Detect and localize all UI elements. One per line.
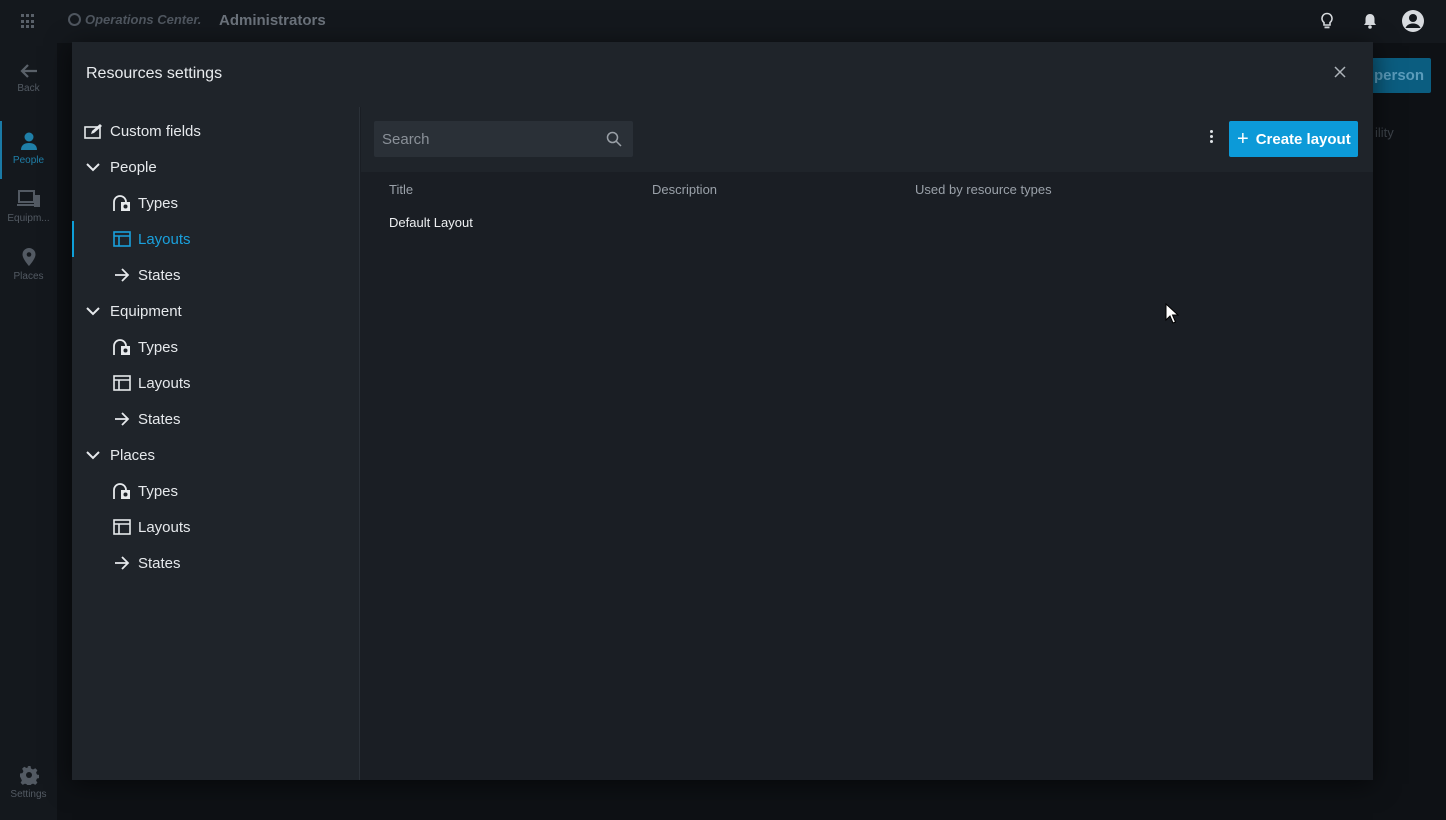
dialog-title: Resources settings [86, 65, 223, 82]
resources-settings-dialog: Resources settings Custom fields People [72, 42, 1373, 780]
tree-item-equipment-types[interactable]: Types [72, 329, 360, 365]
tree-item-places-states[interactable]: States [72, 545, 360, 581]
tree-item-people-states[interactable]: States [72, 257, 360, 293]
left-nav: Back People Equipm... Places Settings [0, 43, 57, 820]
arrow-left-icon [19, 64, 37, 78]
create-layout-label: Create layout [1255, 130, 1351, 148]
tree-item-label: States [138, 410, 181, 428]
search-input[interactable] [374, 121, 589, 157]
chevron-down-icon [86, 307, 100, 316]
user-avatar-icon[interactable] [1401, 9, 1425, 33]
chevron-down-icon [86, 451, 100, 460]
tree-item-label: Types [138, 482, 179, 500]
create-layout-button[interactable]: + Create layout [1229, 121, 1358, 157]
tree-item-label: Types [138, 194, 179, 212]
nav-equipment[interactable]: Equipm... [0, 189, 57, 224]
app-launcher-icon[interactable] [21, 14, 36, 29]
nav-back-label: Back [17, 83, 40, 94]
tree-group-places[interactable]: Places [72, 437, 360, 473]
tree-group-equipment[interactable]: Equipment [72, 293, 360, 329]
person-icon [20, 132, 37, 150]
brand-mark-icon [68, 13, 81, 26]
layout-icon [112, 518, 132, 536]
column-header-description[interactable]: Description [652, 182, 717, 197]
more-options-icon[interactable] [1206, 130, 1216, 148]
layouts-panel: + Create layout Title Description Used b… [361, 107, 1373, 780]
background-add-person-button: person [1366, 58, 1431, 93]
tree-item-people-layouts[interactable]: Layouts [72, 221, 360, 257]
tree-item-custom-fields[interactable]: Custom fields [72, 113, 360, 149]
resource-types-icon [112, 338, 132, 356]
tree-item-people-types[interactable]: Types [72, 185, 360, 221]
tree-item-label: Layouts [138, 518, 191, 536]
tree-item-label: Custom fields [110, 122, 201, 140]
nav-places-label: Places [13, 271, 44, 282]
map-pin-icon [22, 248, 35, 266]
tree-item-label: States [138, 266, 181, 284]
devices-icon [16, 190, 40, 207]
tree-item-label: States [138, 554, 181, 572]
column-header-used-by[interactable]: Used by resource types [915, 182, 1052, 197]
gear-icon [19, 766, 39, 785]
nav-people[interactable]: People [0, 121, 57, 179]
nav-back[interactable]: Back [0, 63, 57, 94]
tree-item-places-types[interactable]: Types [72, 473, 360, 509]
bell-icon[interactable] [1362, 12, 1378, 30]
background-text-fragment: ility [1375, 125, 1394, 140]
tree-group-label: Places [110, 446, 156, 464]
search-icon[interactable] [606, 131, 622, 147]
lightbulb-icon[interactable] [1319, 12, 1335, 30]
nav-equipment-label: Equipm... [7, 213, 50, 224]
nav-settings[interactable]: Settings [0, 765, 57, 800]
tree-item-places-layouts[interactable]: Layouts [72, 509, 360, 545]
top-bar: Operations Center. Administrators [0, 0, 1446, 43]
nav-settings-label: Settings [10, 789, 47, 800]
layouts-toolbar: + Create layout [361, 107, 1373, 172]
settings-tree: Custom fields People Types Layouts State… [72, 107, 360, 780]
tree-item-label: Layouts [138, 230, 191, 248]
dialog-header: Resources settings [72, 42, 1373, 107]
layout-icon [112, 374, 132, 392]
arrow-right-icon [112, 554, 132, 572]
search-box [374, 121, 633, 157]
tree-group-label: People [110, 158, 157, 176]
tree-group-people[interactable]: People [72, 149, 360, 185]
column-header-title[interactable]: Title [389, 182, 413, 197]
tree-item-equipment-layouts[interactable]: Layouts [72, 365, 360, 401]
edit-fields-icon [84, 122, 104, 140]
nav-people-label: People [12, 155, 45, 166]
resource-types-icon [112, 482, 132, 500]
arrow-right-icon [112, 410, 132, 428]
mouse-cursor-icon [1165, 303, 1179, 324]
brand-name: Operations Center. [85, 12, 202, 27]
tree-group-label: Equipment [110, 302, 182, 320]
layout-icon [112, 230, 132, 248]
tree-item-equipment-states[interactable]: States [72, 401, 360, 437]
plus-icon: + [1237, 128, 1249, 150]
app-title: Administrators [219, 12, 326, 29]
nav-places[interactable]: Places [0, 247, 57, 282]
close-icon[interactable] [1332, 64, 1348, 80]
tree-item-label: Types [138, 338, 179, 356]
table-row-title[interactable]: Default Layout [389, 215, 473, 230]
brand-logo: Operations Center. [68, 12, 201, 27]
arrow-right-icon [112, 266, 132, 284]
resource-types-icon [112, 194, 132, 212]
tree-item-label: Layouts [138, 374, 191, 392]
chevron-down-icon [86, 163, 100, 172]
